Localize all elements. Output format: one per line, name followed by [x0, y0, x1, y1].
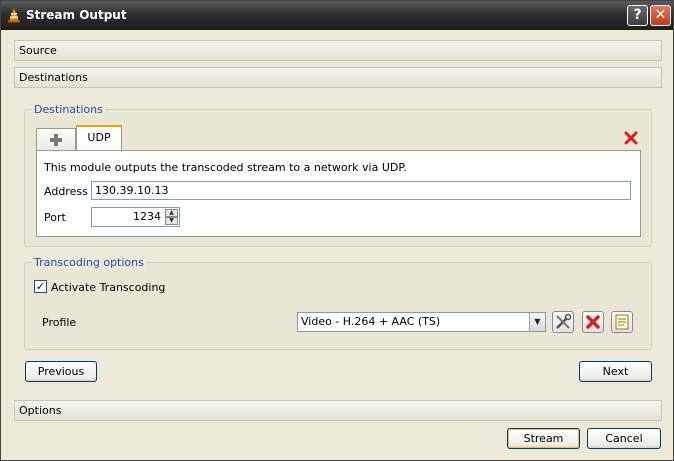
- next-button-label: Next: [602, 365, 629, 378]
- profile-label: Profile: [42, 316, 77, 329]
- spin-up-icon[interactable]: ▲: [165, 209, 178, 217]
- red-x-icon[interactable]: [624, 131, 638, 145]
- activate-transcoding-checkbox[interactable]: ✓: [34, 280, 47, 293]
- previous-button-label: Previous: [37, 365, 85, 378]
- profile-select[interactable]: Video - H.264 + AAC (TS) ▼: [297, 312, 546, 332]
- check-icon: ✓: [35, 280, 46, 293]
- section-destinations-label: Destinations: [19, 71, 88, 84]
- port-spin-buttons[interactable]: ▲ ▼: [165, 209, 178, 226]
- transcoding-group: [24, 262, 652, 350]
- close-button[interactable]: ✕: [650, 5, 671, 26]
- chevron-down-icon[interactable]: ▼: [529, 313, 545, 331]
- section-destinations[interactable]: Destinations: [14, 67, 662, 88]
- port-label: Port: [44, 211, 66, 224]
- port-value: 1234: [133, 210, 161, 223]
- tab-add-destination[interactable]: [36, 128, 76, 150]
- udp-panel: This module outputs the transcoded strea…: [36, 150, 641, 237]
- tools-icon: [556, 313, 572, 329]
- section-options-label: Options: [19, 404, 62, 417]
- activate-transcoding-label: Activate Transcoding: [51, 281, 166, 294]
- port-spinbox[interactable]: 1234 ▲ ▼: [91, 207, 180, 227]
- edit-profile-button[interactable]: [552, 311, 574, 333]
- window-title: Stream Output: [26, 8, 127, 22]
- udp-description: This module outputs the transcoded strea…: [44, 161, 407, 174]
- cancel-button[interactable]: Cancel: [587, 428, 661, 449]
- cancel-button-label: Cancel: [605, 432, 643, 445]
- plus-icon: [50, 134, 62, 146]
- help-button[interactable]: ?: [627, 5, 648, 26]
- section-options[interactable]: Options: [14, 400, 662, 421]
- stream-button-label: Stream: [523, 432, 564, 445]
- new-profile-icon: [615, 314, 629, 330]
- vlc-cone-icon: [8, 8, 20, 23]
- help-icon: ?: [633, 7, 642, 23]
- previous-button[interactable]: Previous: [25, 361, 97, 382]
- next-button[interactable]: Next: [579, 361, 652, 382]
- section-source[interactable]: Source: [14, 40, 662, 61]
- stream-button[interactable]: Stream: [507, 428, 580, 449]
- title-bar[interactable]: Stream Output ? ✕: [1, 1, 673, 30]
- address-input[interactable]: [91, 181, 631, 200]
- stream-output-dialog: Stream Output ? ✕ Source Destinations De…: [0, 0, 674, 461]
- close-icon: ✕: [654, 7, 667, 23]
- red-x-icon: [586, 315, 600, 329]
- spin-down-icon[interactable]: ▼: [165, 217, 178, 225]
- address-label: Address: [44, 185, 88, 198]
- section-source-label: Source: [19, 44, 57, 57]
- transcoding-group-label: Transcoding options: [32, 256, 146, 269]
- profile-select-value: Video - H.264 + AAC (TS): [301, 315, 441, 328]
- tab-udp-label: UDP: [87, 131, 111, 144]
- delete-profile-button[interactable]: [582, 311, 604, 333]
- destinations-group-label: Destinations: [32, 103, 105, 116]
- tab-udp[interactable]: UDP: [76, 125, 122, 150]
- new-profile-button[interactable]: [611, 311, 633, 333]
